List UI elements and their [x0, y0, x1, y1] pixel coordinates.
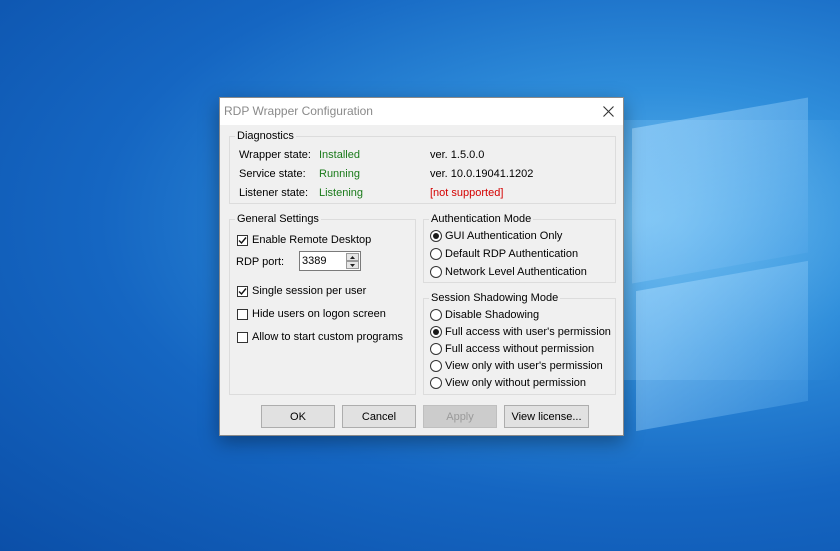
radio-button[interactable] [430, 266, 442, 278]
rdp-port-label: RDP port: [236, 256, 285, 268]
windows-logo-pane-top [632, 97, 808, 284]
radio-button[interactable] [430, 326, 442, 338]
auth-option-label: Network Level Authentication [445, 266, 587, 278]
radio-button[interactable] [430, 230, 442, 242]
rdp-port-spinner[interactable] [299, 251, 361, 271]
service-state-label: Service state: [239, 168, 306, 180]
hide-users-checkbox[interactable]: Hide users on logon screen [237, 308, 386, 320]
shadow-option-label: View only without permission [445, 377, 587, 389]
shadowing-mode-legend: Session Shadowing Mode [429, 292, 561, 305]
custom-programs-label: Allow to start custom programs [252, 331, 403, 343]
auth-option-label: GUI Authentication Only [445, 230, 563, 242]
listener-state-value: Listening [319, 187, 364, 199]
enable-remote-desktop-checkbox[interactable]: Enable Remote Desktop [237, 234, 371, 246]
rdp-config-dialog: RDP Wrapper Configuration Diagnostics Wr… [219, 97, 624, 436]
title-bar: RDP Wrapper Configuration [220, 98, 623, 125]
spin-down-button[interactable] [346, 261, 359, 269]
custom-programs-checkbox[interactable]: Allow to start custom programs [237, 331, 403, 343]
radio-selected-dot [433, 233, 439, 239]
shadow-option-view-without-permission[interactable]: View only without permission [430, 377, 586, 389]
close-button[interactable] [593, 98, 623, 125]
shadow-option-full-without-permission[interactable]: Full access without permission [430, 343, 594, 355]
listener-version: [not supported] [430, 187, 504, 199]
enable-remote-desktop-label: Enable Remote Desktop [252, 234, 372, 246]
general-settings-group: General Settings Enable Remote Desktop R… [229, 213, 416, 395]
radio-button[interactable] [430, 248, 442, 260]
auth-option-nla[interactable]: Network Level Authentication [430, 266, 587, 278]
auth-option-default-rdp[interactable]: Default RDP Authentication [430, 248, 578, 260]
close-icon [602, 106, 614, 117]
wrapper-version: ver. 1.5.0.0 [430, 149, 485, 161]
shadow-option-label: Full access without permission [445, 343, 595, 355]
radio-button[interactable] [430, 343, 442, 355]
checkbox-box[interactable] [237, 308, 248, 320]
windows-logo-pane-bottom [636, 260, 808, 432]
listener-state-label: Listener state: [239, 187, 309, 199]
shadow-option-full-with-permission[interactable]: Full access with user's permission [430, 326, 611, 338]
checkmark-icon [238, 287, 247, 295]
single-session-label: Single session per user [252, 285, 367, 297]
radio-button[interactable] [430, 309, 442, 321]
rdp-port-input[interactable] [300, 252, 344, 270]
spin-up-button[interactable] [346, 253, 359, 261]
shadowing-mode-group: Session Shadowing Mode Disable Shadowing… [423, 292, 616, 395]
authentication-mode-group: Authentication Mode GUI Authentication O… [423, 213, 616, 283]
shadow-option-disable[interactable]: Disable Shadowing [430, 309, 539, 321]
apply-button[interactable]: Apply [423, 405, 497, 428]
shadow-option-label: Full access with user's permission [445, 326, 611, 338]
wrapper-state-label: Wrapper state: [239, 149, 311, 161]
arrow-down-icon [350, 263, 355, 267]
hide-users-label: Hide users on logon screen [252, 308, 386, 320]
wrapper-state-value: Installed [319, 149, 360, 161]
auth-option-gui[interactable]: GUI Authentication Only [430, 230, 562, 242]
diagnostics-legend: Diagnostics [235, 130, 296, 143]
cancel-button[interactable]: Cancel [342, 405, 416, 428]
service-version: ver. 10.0.19041.1202 [430, 168, 534, 180]
authentication-mode-legend: Authentication Mode [429, 213, 534, 226]
radio-button[interactable] [430, 377, 442, 389]
arrow-up-icon [350, 255, 355, 259]
checkbox-box[interactable] [237, 234, 248, 246]
window-title: RDP Wrapper Configuration [224, 104, 373, 118]
checkmark-icon [238, 236, 247, 244]
shadow-option-label: View only with user's permission [445, 360, 603, 372]
shadow-option-label: Disable Shadowing [445, 309, 540, 321]
view-license-button[interactable]: View license... [504, 405, 589, 428]
spinner-buttons [346, 253, 359, 269]
shadow-option-view-with-permission[interactable]: View only with user's permission [430, 360, 603, 372]
single-session-checkbox[interactable]: Single session per user [237, 285, 366, 297]
ok-button[interactable]: OK [261, 405, 335, 428]
radio-button[interactable] [430, 360, 442, 372]
general-settings-legend: General Settings [235, 213, 321, 226]
diagnostics-group: Diagnostics Wrapper state: Installed ver… [229, 130, 616, 204]
service-state-value: Running [319, 168, 360, 180]
checkbox-box[interactable] [237, 285, 248, 297]
checkbox-box[interactable] [237, 331, 248, 343]
auth-option-label: Default RDP Authentication [445, 248, 579, 260]
radio-selected-dot [433, 329, 439, 335]
